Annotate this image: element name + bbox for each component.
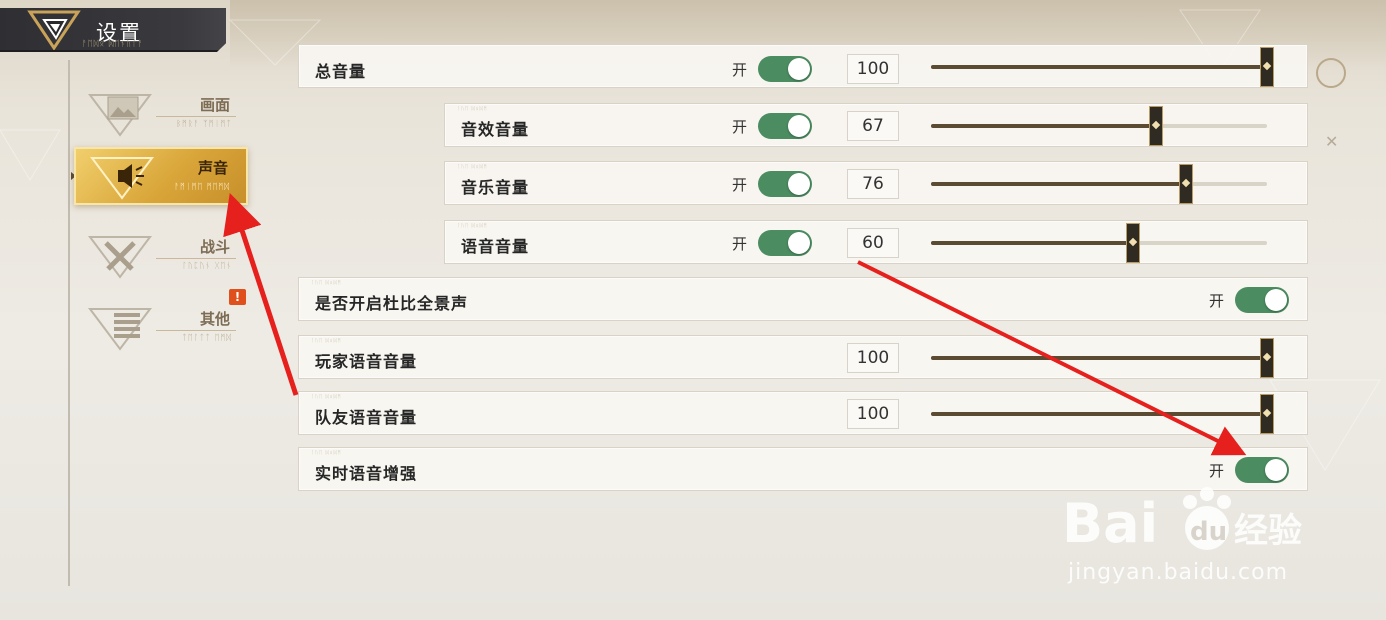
sidebar-item-display[interactable]: 画面 ᛒᛗᚱᚨ ᛉᛗᛁᛗᛏ bbox=[74, 86, 248, 144]
close-icon[interactable]: ✕ bbox=[1325, 132, 1338, 151]
settings-header: 设置 ᚨᛖᛞᛟ ᛞᛖᚾᚢᛚᚨ bbox=[0, 8, 226, 52]
notification-badge: ! bbox=[229, 289, 246, 305]
page-subtitle: ᚨᛖᛞᛟ ᛞᛖᚾᚢᛚᚨ bbox=[82, 39, 144, 48]
setting-label: 音乐音量 bbox=[461, 178, 530, 197]
toggle-state-text: 开 bbox=[732, 235, 748, 253]
toggle-knob bbox=[1265, 289, 1287, 311]
sidebar-item-label: 战斗 bbox=[199, 238, 230, 256]
sidebar-item-sublabel: ᛏᛖᛚᛏᛏ ᛖᛗᛞ bbox=[182, 333, 232, 342]
slider-thumb[interactable] bbox=[1149, 106, 1164, 146]
slider-thumb[interactable] bbox=[1125, 223, 1140, 263]
sidebar-item-label: 其他 bbox=[199, 310, 230, 328]
toggle-state-text: 开 bbox=[1209, 292, 1225, 310]
slider-thumb[interactable] bbox=[1179, 164, 1194, 204]
sfx-volume-slider[interactable] bbox=[931, 106, 1267, 146]
slider-fill bbox=[931, 65, 1267, 69]
crossed-swords-icon bbox=[88, 236, 152, 279]
ring-decoration bbox=[1316, 58, 1346, 88]
row-tag: ᛚᚢᛖ ᛞᛟᛞᛗ bbox=[457, 164, 488, 170]
svg-text:Bai: Bai bbox=[1062, 492, 1158, 555]
master-volume-value[interactable]: 100 bbox=[847, 54, 899, 84]
voice-volume-value[interactable]: 60 bbox=[847, 228, 899, 258]
toggle-state-text: 开 bbox=[732, 118, 748, 136]
team-voice-volume-value[interactable]: 100 bbox=[847, 399, 899, 429]
nav-underline bbox=[156, 330, 236, 331]
slider-fill bbox=[931, 124, 1157, 128]
slider-fill bbox=[931, 412, 1267, 416]
team-voice-volume-slider[interactable] bbox=[931, 394, 1274, 434]
row-tag: ᛚᚢᛖ ᛞᛟᛞᛗ bbox=[457, 223, 488, 229]
slider-fill bbox=[931, 356, 1267, 360]
sidebar-divider bbox=[68, 60, 70, 586]
baidu-watermark-logo: Bai du 经验 bbox=[1062, 487, 1302, 555]
setting-label: 队友语音音量 bbox=[315, 408, 418, 427]
toggle-knob bbox=[788, 58, 810, 80]
toggle-state-text: 开 bbox=[1209, 462, 1225, 480]
toggle-knob bbox=[788, 115, 810, 137]
slider-thumb[interactable] bbox=[1260, 394, 1274, 434]
dolby-toggle[interactable] bbox=[1235, 287, 1289, 313]
sidebar-item-other[interactable]: 其他 ᛏᛖᛚᛏᛏ ᛖᛗᛞ bbox=[74, 300, 248, 358]
slider-fill bbox=[931, 182, 1187, 186]
setting-label: 语音音量 bbox=[461, 237, 530, 256]
svg-text:du: du bbox=[1190, 517, 1227, 547]
setting-label: 是否开启杜比全景声 bbox=[315, 294, 469, 313]
nav-underline bbox=[156, 258, 236, 259]
row-tag: ᛚᚢᛖ ᛞᛟᛞᛗ bbox=[311, 450, 342, 456]
sidebar-item-label: 画面 bbox=[199, 96, 230, 114]
toggle-knob bbox=[1265, 459, 1287, 481]
speaker-icon bbox=[90, 157, 154, 200]
sidebar-item-sound[interactable]: 声音 ᚨᛗᛁᛗᛖ ᛗᛖᛗᛞ bbox=[74, 147, 248, 205]
master-volume-slider[interactable] bbox=[931, 47, 1274, 87]
slider-thumb[interactable] bbox=[1260, 47, 1274, 87]
setting-row-team-voice-volume: ᛚᚢᛖ ᛞᛟᛞᛗ 队友语音音量 100 bbox=[298, 391, 1308, 435]
setting-label: 实时语音增强 bbox=[315, 464, 418, 483]
setting-row-sfx-volume: ᛚᚢᛖ ᛞᛟᛞᛗ 音效音量 开 67 bbox=[444, 103, 1308, 147]
sfx-volume-value[interactable]: 67 bbox=[847, 111, 899, 141]
sidebar-item-label: 声音 bbox=[197, 159, 228, 177]
row-tag: ᛚᚢᛖ ᛞᛟᛞᛗ bbox=[311, 280, 342, 286]
row-tag: ᛚᚢᛖ ᛞᛟᛞᛗ bbox=[457, 106, 488, 112]
player-voice-volume-value[interactable]: 100 bbox=[847, 343, 899, 373]
watermark-url: jingyan.baidu.com bbox=[1068, 560, 1289, 585]
toggle-state-text: 开 bbox=[732, 176, 748, 194]
list-icon bbox=[88, 308, 152, 351]
music-volume-slider[interactable] bbox=[931, 164, 1267, 204]
setting-row-dolby-atmos: ᛚᚢᛖ ᛞᛟᛞᛗ 是否开启杜比全景声 开 bbox=[298, 277, 1308, 321]
row-tag: ᛚᚢᛖ ᛞᛟᛞᛗ bbox=[311, 394, 342, 400]
svg-text:经验: 经验 bbox=[1234, 511, 1302, 551]
sidebar-item-sublabel: ᛒᛗᚱᚨ ᛉᛗᛁᛗᛏ bbox=[176, 119, 232, 128]
player-voice-volume-slider[interactable] bbox=[931, 338, 1274, 378]
sidebar-item-sublabel: ᚨᛗᛁᛗᛖ ᛗᛖᛗᛞ bbox=[174, 182, 230, 191]
setting-row-music-volume: ᛚᚢᛖ ᛞᛟᛞᛗ 音乐音量 开 76 bbox=[444, 161, 1308, 205]
slider-thumb[interactable] bbox=[1260, 338, 1274, 378]
toggle-state-text: 开 bbox=[732, 61, 748, 79]
sidebar-item-combat[interactable]: 战斗 ᛚᚢᛈᚢᚾ ᚷᛖᚾ bbox=[74, 228, 248, 286]
setting-row-player-voice-volume: ᛚᚢᛖ ᛞᛟᛞᛗ 玩家语音音量 100 bbox=[298, 335, 1308, 379]
music-volume-value[interactable]: 76 bbox=[847, 169, 899, 199]
nav-underline bbox=[156, 116, 236, 117]
voice-volume-slider[interactable] bbox=[931, 223, 1267, 263]
row-tag: ᛚᚢᛖ ᛞᛟᛞᛗ bbox=[311, 338, 342, 344]
toggle-knob bbox=[788, 232, 810, 254]
setting-label: 总音量 bbox=[315, 62, 367, 81]
settings-logo-icon bbox=[27, 10, 81, 50]
voice-toggle[interactable] bbox=[758, 230, 812, 256]
sidebar-item-sublabel: ᛚᚢᛈᚢᚾ ᚷᛖᚾ bbox=[182, 261, 232, 270]
setting-label: 玩家语音音量 bbox=[315, 352, 418, 371]
sfx-toggle[interactable] bbox=[758, 113, 812, 139]
picture-icon bbox=[88, 94, 152, 137]
toggle-knob bbox=[788, 173, 810, 195]
slider-fill bbox=[931, 241, 1133, 245]
master-volume-toggle[interactable] bbox=[758, 56, 812, 82]
setting-row-master-volume: 总音量 开 100 bbox=[298, 44, 1308, 88]
setting-row-voice-volume: ᛚᚢᛖ ᛞᛟᛞᛗ 语音音量 开 60 bbox=[444, 220, 1308, 264]
music-toggle[interactable] bbox=[758, 171, 812, 197]
setting-label: 音效音量 bbox=[461, 120, 530, 139]
